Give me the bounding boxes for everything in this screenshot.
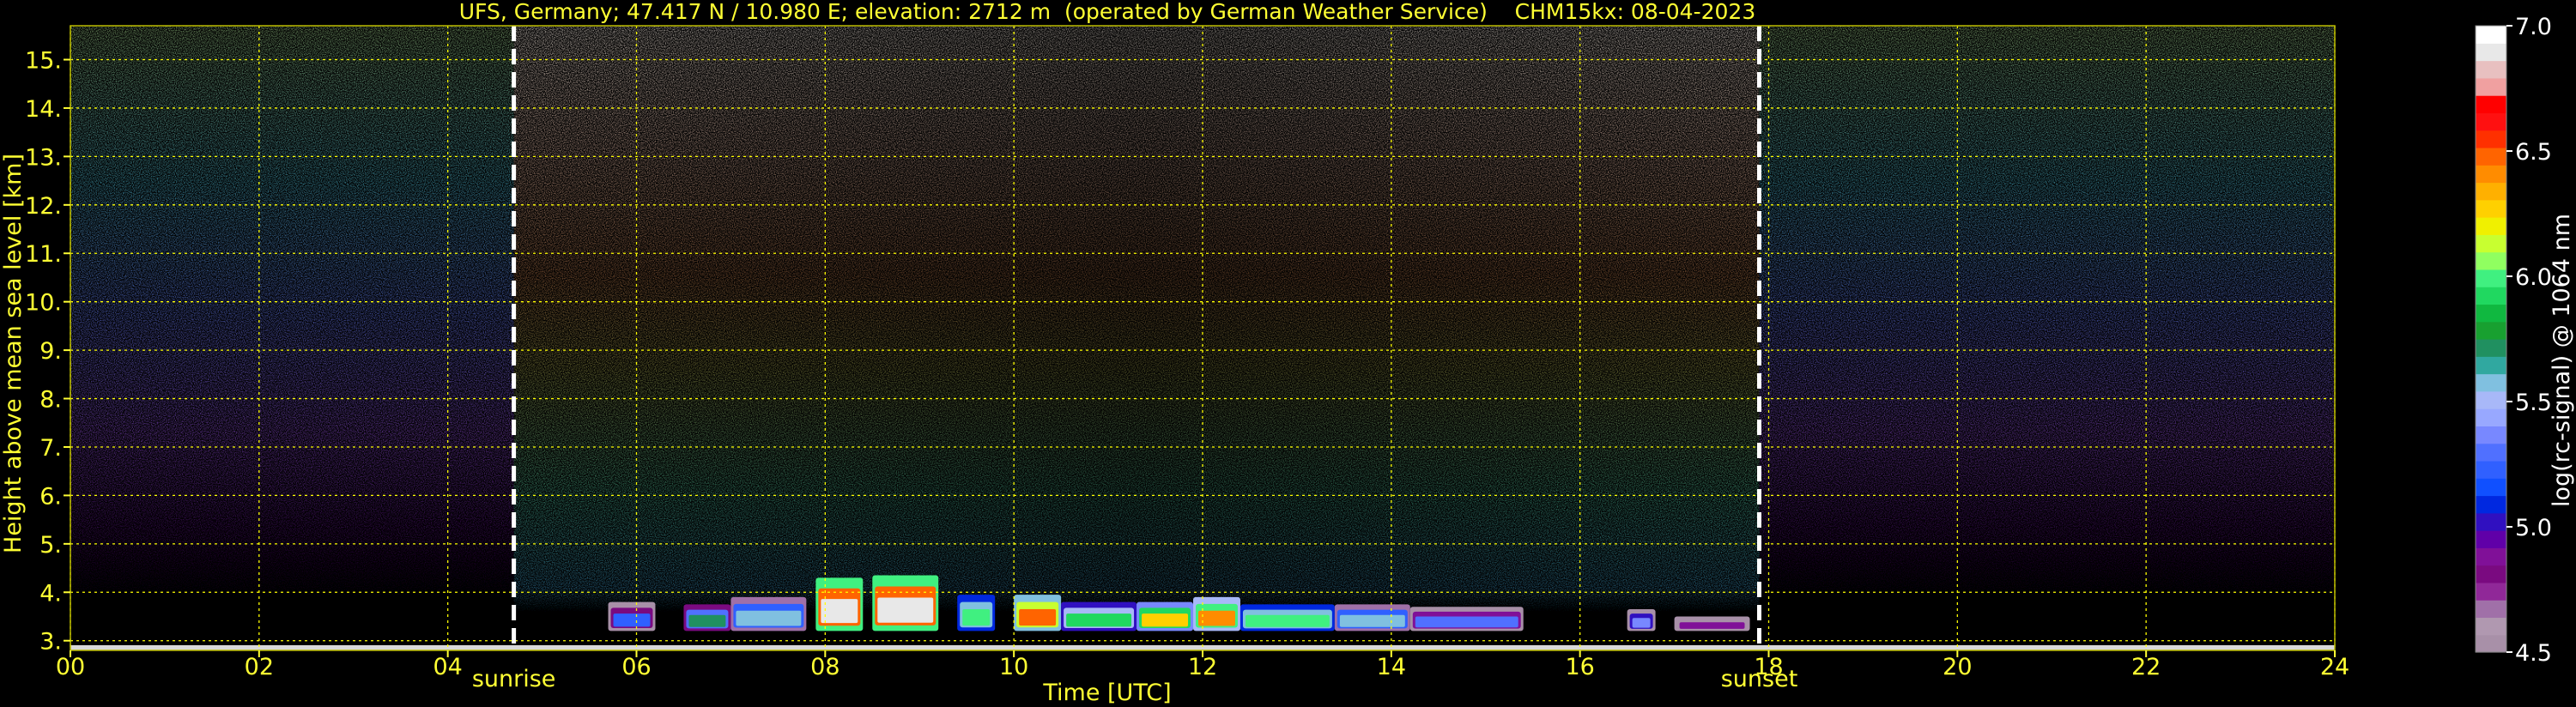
colorbar-segment	[2476, 251, 2506, 270]
cloud-segment	[1014, 595, 1062, 631]
cloud-segment	[815, 577, 864, 631]
colorbar-segment	[2476, 339, 2506, 357]
colorbar-segment	[2476, 512, 2506, 531]
colorbar-tick-label: 6.0	[2515, 264, 2552, 291]
night-zone-evening	[1759, 26, 2335, 650]
colorbar-segment	[2476, 600, 2506, 619]
colorbar-segment	[2476, 217, 2506, 235]
y-tick-label: 11.	[25, 241, 62, 268]
colorbar-segment	[2476, 112, 2506, 131]
y-tick-label: 15.	[25, 48, 62, 75]
colorbar-segment	[2476, 77, 2506, 96]
colorbar-tick-label: 7.0	[2515, 14, 2552, 40]
colorbar-segment	[2476, 356, 2506, 375]
cloud-segment	[608, 601, 656, 631]
x-tick-label: 00	[56, 654, 85, 680]
colorbar-tick-label: 5.0	[2515, 515, 2552, 541]
colorbar-segment	[2476, 269, 2506, 287]
cloud-segment	[1409, 607, 1524, 631]
colorbar: 4.5 5.0 5.5 6.0 6.5 7.0	[2475, 14, 2552, 667]
colorbar-segment	[2476, 60, 2506, 79]
x-tick-label: 24	[2320, 654, 2349, 680]
colorbar-segment	[2476, 321, 2506, 340]
colorbar-segment	[2476, 443, 2506, 462]
colorbar-segment	[2476, 565, 2506, 583]
colorbar-segment	[2476, 95, 2506, 113]
colorbar-segment	[2476, 130, 2506, 148]
x-tick-label: 04	[433, 654, 462, 680]
x-tick-label: 08	[810, 654, 839, 680]
y-tick-label: 13.	[25, 144, 62, 171]
y-tick-label: 5.	[39, 532, 62, 559]
colorbar-segment	[2476, 495, 2506, 514]
cloud-segment	[1136, 601, 1194, 631]
x-tick-label: 06	[621, 654, 651, 680]
y-tick-label: 12.	[25, 193, 62, 220]
colorbar-segment	[2476, 43, 2506, 62]
colorbar-segment	[2476, 530, 2506, 548]
cloud-segment	[1240, 604, 1335, 631]
colorbar-tick-label: 6.5	[2515, 139, 2552, 166]
y-tick-label: 6.	[39, 483, 62, 510]
colorbar-segment	[2476, 234, 2506, 253]
colorbar-segment	[2476, 426, 2506, 444]
colorbar-tick-label: 5.5	[2515, 390, 2552, 416]
x-tick-label: 02	[245, 654, 274, 680]
x-tick-label: 16	[1565, 654, 1594, 680]
x-tick-label: 18	[1754, 654, 1783, 680]
cloud-segment	[1193, 596, 1240, 631]
cloud-segment	[683, 604, 731, 631]
cloud-segment	[872, 575, 939, 631]
cloud-segment	[1674, 616, 1750, 631]
colorbar-segment	[2476, 373, 2506, 392]
cloud-segment	[1061, 601, 1137, 631]
colorbar-segment	[2476, 582, 2506, 601]
y-tick-label: 8.	[39, 387, 62, 414]
colorbar-segment	[2476, 304, 2506, 323]
x-tick-label: 12	[1188, 654, 1217, 680]
cloud-segment	[1627, 609, 1656, 631]
x-tick-label: 22	[2131, 654, 2161, 680]
cloud-segment	[957, 595, 996, 631]
y-tick-label: 9.	[39, 338, 62, 365]
y-tick-label: 14.	[25, 96, 62, 123]
colorbar-segment	[2476, 390, 2506, 409]
colorbar-segment	[2476, 547, 2506, 566]
chart-title: UFS, Germany; 47.417 N / 10.980 E; eleva…	[459, 0, 1755, 24]
colorbar-tick-label: 4.5	[2515, 640, 2552, 667]
cloud-segment	[1334, 604, 1410, 631]
midday-shading	[513, 26, 1760, 650]
colorbar-segment	[2476, 408, 2506, 426]
colorbar-segment	[2476, 147, 2506, 166]
ceilometer-chart: sunrise sunset 00 02 04 06 08 10 12 14 16 18 20 22 24…	[0, 0, 2575, 706]
x-tick-label: 10	[999, 654, 1028, 680]
colorbar-segment	[2476, 182, 2506, 201]
colorbar-segment	[2476, 617, 2506, 636]
colorbar-segment	[2476, 199, 2506, 218]
colorbar-segment	[2476, 26, 2506, 44]
cloud-segment	[730, 596, 807, 631]
colorbar-segment	[2476, 478, 2506, 497]
x-tick-label: 14	[1377, 654, 1406, 680]
x-axis-label: Time [UTC]	[1042, 680, 1171, 706]
colorbar-segment	[2476, 634, 2506, 653]
colorbar-segment	[2476, 287, 2506, 305]
x-tick-label: 20	[1943, 654, 1972, 680]
y-tick-label: 4.	[39, 580, 62, 607]
y-tick-label: 3.	[39, 629, 62, 656]
y-tick-label: 7.	[39, 435, 62, 462]
colorbar-segment	[2476, 165, 2506, 184]
colorbar-segment	[2476, 460, 2506, 479]
y-tick-label: 10.	[25, 290, 62, 317]
sunrise-label: sunrise	[472, 666, 556, 692]
y-axis-label: Height above mean sea level [km]	[0, 154, 27, 553]
colorbar-label: log(rc-signal) @ 1064 nm	[2549, 214, 2575, 507]
